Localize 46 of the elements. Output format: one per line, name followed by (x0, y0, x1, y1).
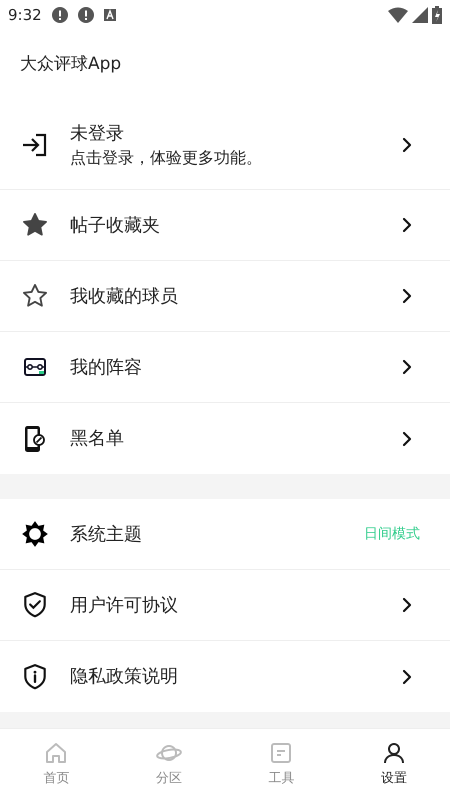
settings-row[interactable]: 隐私政策说明 (0, 641, 450, 712)
chevron-right-icon (402, 136, 412, 152)
brightness-icon (21, 520, 49, 548)
shield-check-icon (22, 591, 48, 619)
alert-icon (78, 7, 94, 23)
signal-icon (412, 7, 428, 23)
row-label: 隐私政策说明 (70, 665, 179, 689)
login-title: 未登录 (70, 122, 125, 146)
settings-row[interactable]: 系统主题 日间模式 (0, 499, 450, 570)
chevron-right-icon (402, 668, 412, 684)
document-icon (269, 740, 294, 765)
settings-row[interactable]: 我收藏的球员 (0, 261, 450, 332)
chevron-right-icon (402, 359, 412, 375)
row-label: 我收藏的球员 (70, 284, 179, 308)
formation-icon (24, 358, 46, 376)
nav-tab[interactable]: 分区 (112, 740, 225, 788)
nav-tab[interactable]: 工具 (225, 740, 338, 788)
row-label: 帖子收藏夹 (70, 214, 161, 238)
nav-tab[interactable]: 设置 (338, 740, 450, 788)
login-row[interactable]: 未登录 点击登录，体验更多功能。 (0, 100, 450, 190)
app-title: 大众评球App (20, 53, 122, 76)
settings-row[interactable]: 用户许可协议 (0, 570, 450, 641)
settings-row[interactable]: 帖子收藏夹 (0, 190, 450, 261)
alert-icon (52, 7, 68, 23)
chevron-right-icon (402, 217, 412, 233)
status-time: 9:32 (8, 4, 42, 26)
row-label: 系统主题 (70, 522, 143, 546)
wifi-icon (388, 7, 408, 23)
keyboard-icon (104, 9, 116, 21)
chevron-right-icon (402, 597, 412, 613)
chevron-right-icon (402, 288, 412, 304)
login-icon (22, 132, 48, 156)
row-value: 日间模式 (364, 524, 420, 544)
blocked-phone-icon (24, 424, 46, 452)
home-icon (44, 740, 68, 765)
settings-row[interactable]: 我的阵容 (0, 332, 450, 403)
row-label: 用户许可协议 (70, 594, 179, 618)
shield-info-icon (22, 662, 48, 690)
nav-tab[interactable]: 首页 (0, 740, 112, 788)
row-label: 黑名单 (70, 427, 125, 451)
chevron-right-icon (402, 430, 412, 446)
row-label: 我的阵容 (70, 356, 143, 380)
login-subtitle: 点击登录，体验更多功能。 (70, 146, 263, 168)
person-icon (382, 740, 406, 765)
battery-icon (432, 6, 442, 24)
settings-row[interactable]: 黑名单 (0, 403, 450, 474)
